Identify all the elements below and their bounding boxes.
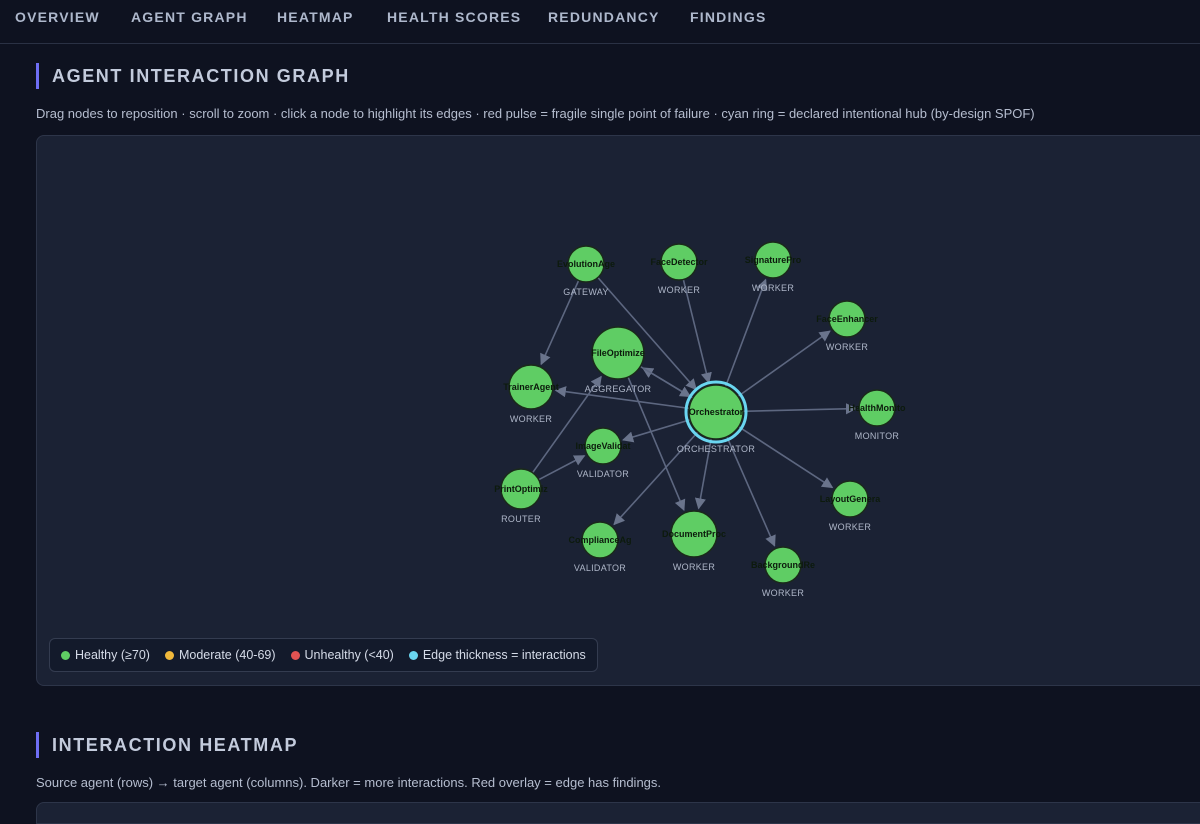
node-label: SignaturePro (745, 255, 802, 265)
graph-edge-orchestrator-signature (724, 278, 768, 388)
node-label: ImageValidat (575, 441, 630, 451)
graph-node-signature[interactable]: SignaturePro WORKER (745, 241, 802, 293)
node-label: TrainerAgent (503, 382, 559, 392)
node-type-label: WORKER (752, 283, 795, 293)
graph-section-title: AGENT INTERACTION GRAPH (36, 63, 350, 89)
node-type-label: WORKER (673, 562, 716, 572)
graph-node-fileoptimizer[interactable]: FileOptimize AGGREGATOR (585, 326, 652, 394)
graph-node-printoptimizer[interactable]: PrintOptimiz ROUTER (494, 468, 548, 524)
tab-heatmap[interactable]: HEATMAP (277, 0, 354, 36)
graph-node-faceenhancer[interactable]: FaceEnhancer WORKER (816, 300, 878, 352)
graph-edge-fileoptimizer-documentproc (627, 376, 686, 512)
tab-overview[interactable]: OVERVIEW (15, 0, 100, 36)
legend-edge: Edge thickness = interactions (408, 648, 586, 662)
node-type-label: WORKER (826, 342, 869, 352)
graph-edge-orchestrator-imagevalidator (622, 419, 691, 443)
graph-nodes: Orchestrator ORCHESTRATOR EvolutionAge GATE… (494, 241, 906, 598)
tab-agent-graph[interactable]: AGENT GRAPH (131, 0, 248, 36)
node-type-label: VALIDATOR (574, 563, 626, 573)
graph-node-compliance[interactable]: ComplianceAg VALIDATOR (568, 521, 632, 573)
unhealthy-dot-icon (290, 650, 300, 660)
graph-description: Drag nodes to reposition · scroll to zoo… (36, 106, 1035, 121)
node-type-label: ROUTER (501, 514, 541, 524)
node-label: PrintOptimiz (494, 484, 548, 494)
graph-edge-orchestrator-faceenhancer (737, 330, 831, 398)
graph-node-documentproc[interactable]: DocumentProc WORKER (662, 510, 726, 572)
node-label: FaceDetector (650, 257, 708, 267)
node-type-label: WORKER (762, 588, 805, 598)
node-type-label: WORKER (658, 285, 701, 295)
node-type-label: WORKER (510, 414, 553, 424)
node-type-label: WORKER (829, 522, 872, 532)
heatmap-description: Source agent (rows) → target agent (colu… (36, 775, 662, 790)
graph-node-facedetector[interactable]: FaceDetector WORKER (650, 243, 708, 295)
legend-unhealthy-label: Unhealthy (<40) (304, 648, 394, 662)
heatmap-panel (36, 802, 1200, 824)
node-type-label: GATEWAY (563, 287, 608, 297)
graph-node-healthmonitor[interactable]: HealthMonito MONITOR (849, 389, 906, 441)
tab-health-scores[interactable]: HEALTH SCORES (387, 0, 521, 36)
graph-node-imagevalidator[interactable]: ImageValidat VALIDATOR (575, 427, 631, 479)
node-label: FileOptimize (591, 348, 645, 358)
graph-node-background[interactable]: BackgroundRe WORKER (751, 546, 815, 598)
node-type-label: AGGREGATOR (585, 384, 652, 394)
heatmap-section-title: INTERACTION HEATMAP (36, 732, 298, 758)
node-label: LayoutGenera (820, 494, 882, 504)
node-label: DocumentProc (662, 529, 726, 539)
node-label: FaceEnhancer (816, 314, 878, 324)
legend-moderate-label: Moderate (40-69) (178, 648, 276, 662)
healthy-dot-icon (61, 650, 70, 660)
node-label: BackgroundRe (751, 560, 815, 570)
node-label: HealthMonito (849, 403, 906, 413)
moderate-dot-icon (164, 650, 174, 660)
legend-healthy-label: Healthy (≥70) (75, 648, 150, 662)
legend-unhealthy: Unhealthy (<40) (290, 648, 394, 662)
legend-edge-label: Edge thickness = interactions (422, 648, 586, 662)
graph-node-evolution[interactable]: EvolutionAge GATEWAY (557, 245, 615, 297)
node-label: Orchestrator (689, 407, 744, 417)
tab-redundancy[interactable]: REDUNDANCY (548, 0, 660, 36)
edge-dot-icon (408, 650, 418, 660)
tab-findings[interactable]: FINDINGS (690, 0, 767, 36)
graph-edge-orchestrator-layoutgen (738, 426, 834, 489)
graph-node-layoutgen[interactable]: LayoutGenera WORKER (820, 480, 882, 532)
graph-node-trainer[interactable]: TrainerAgent WORKER (503, 364, 559, 424)
node-type-label: ORCHESTRATOR (677, 444, 755, 454)
top-nav: OVERVIEW AGENT GRAPH HEATMAP HEALTH SCOR… (0, 0, 1200, 44)
legend-healthy: Healthy (≥70) (61, 648, 150, 662)
node-type-label: MONITOR (855, 431, 900, 441)
graph-edge-orchestrator-healthmonitor (742, 403, 858, 415)
node-type-label: VALIDATOR (577, 469, 629, 479)
node-label: ComplianceAg (568, 535, 631, 545)
graph-panel[interactable]: Orchestrator ORCHESTRATOR EvolutionAge GATE… (36, 135, 1200, 686)
legend-moderate: Moderate (40-69) (164, 648, 276, 662)
graph-legend: Healthy (≥70) Moderate (40-69) Unhealthy… (49, 638, 598, 672)
agent-graph-canvas[interactable]: Orchestrator ORCHESTRATOR EvolutionAge GATE… (37, 136, 1200, 685)
node-label: EvolutionAge (557, 259, 615, 269)
